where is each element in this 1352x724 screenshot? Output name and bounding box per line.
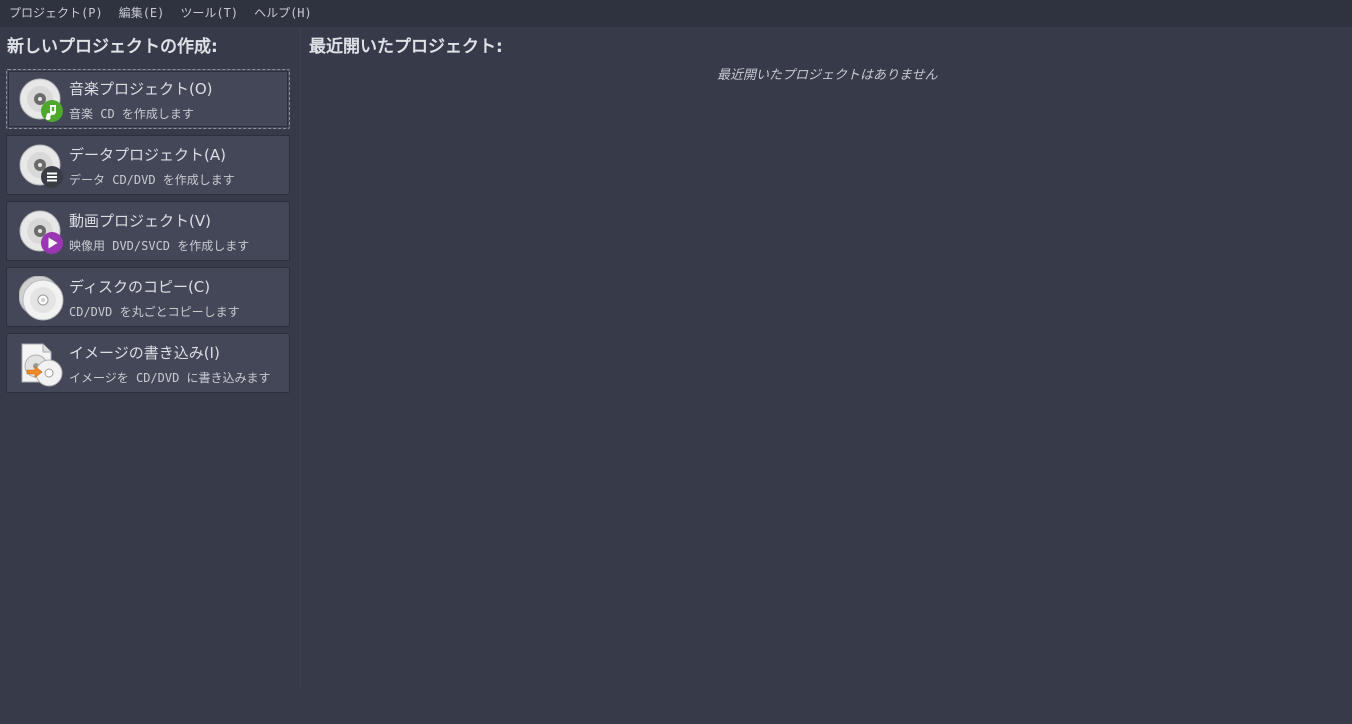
disc-copy-title: ディスクのコピー(C) [69,278,211,296]
data-project-desc: データ CD/DVD を作成します [69,173,235,187]
disc-copy-icon [19,276,64,321]
menu-project[interactable]: プロジェクト(P) [0,0,111,27]
data-cd-icon [19,144,63,188]
audio-cd-icon [19,78,63,122]
video-project-button[interactable]: 動画プロジェクト(V) 映像用 DVD/SVCD を作成します [6,201,290,261]
audio-project-title: 音楽プロジェクト(O) [69,80,213,98]
menu-edit[interactable]: 編集(E) [111,0,173,27]
video-project-desc: 映像用 DVD/SVCD を作成します [69,239,250,253]
project-list: 音楽プロジェクト(O) 音楽 CD を作成します データプロジェクト(A) デー… [6,69,292,399]
image-burn-button[interactable]: イメージの書き込み(I) イメージを CD/DVD に書き込みます [6,333,290,393]
new-project-title: 新しいプロジェクトの作成: [7,37,218,57]
menubar: プロジェクト(P) 編集(E) ツール(T) ヘルプ(H) [0,0,1352,27]
video-dvd-icon [19,210,63,254]
image-burn-title: イメージの書き込み(I) [69,344,220,362]
recent-projects-empty-message: 最近開いたプロジェクトはありません [717,68,938,83]
audio-project-desc: 音楽 CD を作成します [69,107,194,121]
image-burn-icon [21,343,63,387]
disc-copy-button[interactable]: ディスクのコピー(C) CD/DVD を丸ごとコピーします [6,267,290,327]
menu-tools[interactable]: ツール(T) [172,0,246,27]
video-project-title: 動画プロジェクト(V) [69,212,211,230]
data-project-button[interactable]: データプロジェクト(A) データ CD/DVD を作成します [6,135,290,195]
menu-help[interactable]: ヘルプ(H) [246,0,320,27]
recent-projects-title: 最近開いたプロジェクト: [309,37,503,57]
pane-divider[interactable] [300,27,301,687]
data-project-title: データプロジェクト(A) [69,146,226,164]
audio-project-button[interactable]: 音楽プロジェクト(O) 音楽 CD を作成します [6,69,290,129]
image-burn-desc: イメージを CD/DVD に書き込みます [69,371,271,385]
disc-copy-desc: CD/DVD を丸ごとコピーします [69,305,240,319]
